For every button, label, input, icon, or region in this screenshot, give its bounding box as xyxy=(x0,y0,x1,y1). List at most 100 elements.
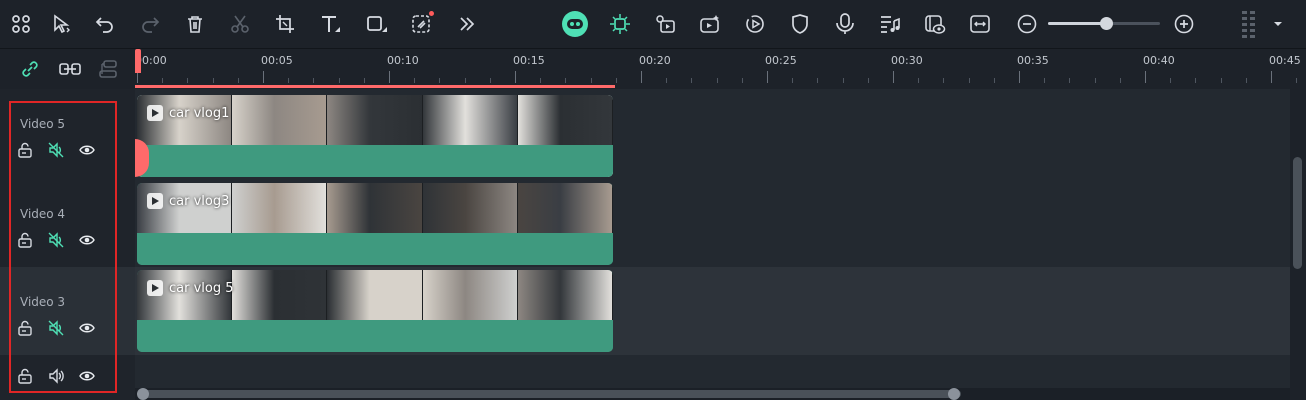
ai-video-icon[interactable] xyxy=(697,11,723,37)
preview-render-icon[interactable] xyxy=(922,11,948,37)
ruler-minor-tick xyxy=(489,78,491,83)
ruler-minor-tick xyxy=(1094,78,1096,83)
text-icon[interactable] xyxy=(318,11,344,37)
ruler-minor-tick xyxy=(212,78,214,83)
clip-thumbnail xyxy=(422,183,518,233)
clip-thumbnail xyxy=(232,183,328,233)
clip-thumbnail xyxy=(422,270,518,320)
ruler-major-tick xyxy=(893,71,894,83)
ruler-minor-tick xyxy=(918,78,920,83)
clip-thumbnail xyxy=(422,95,518,145)
ruler-minor-tick xyxy=(1195,78,1197,83)
ruler-minor-tick xyxy=(363,78,365,83)
zoom-slider[interactable] xyxy=(1048,17,1160,30)
ruler-minor-tick xyxy=(414,78,416,83)
track-tools-bar xyxy=(0,49,135,89)
zoom-slider-handle[interactable] xyxy=(1100,17,1114,30)
audio-stretch-icon[interactable] xyxy=(877,11,903,37)
clip-title: car vlog 5 xyxy=(169,280,234,296)
fit-width-icon[interactable] xyxy=(967,11,993,37)
ruler-minor-tick xyxy=(1220,78,1222,83)
ruler-tick-label: 00:15 xyxy=(513,54,545,67)
ai-cutout-icon[interactable] xyxy=(409,11,435,37)
shape-icon[interactable] xyxy=(364,11,390,37)
video-clip[interactable]: car vlog 5 xyxy=(137,270,613,352)
ruler-minor-tick xyxy=(338,78,340,83)
panel-layout-icon[interactable] xyxy=(1236,11,1262,38)
track-lane[interactable]: car vlog1 xyxy=(135,89,1290,179)
clip-thumbnail xyxy=(517,95,613,145)
clip-thumbnail xyxy=(327,270,423,320)
ruler-major-tick xyxy=(1145,71,1146,83)
ruler-major-tick xyxy=(263,71,264,83)
ruler-minor-tick xyxy=(993,78,995,83)
scroll-handle-right[interactable] xyxy=(948,388,960,400)
scroll-handle-left[interactable] xyxy=(137,388,149,400)
zoom-out-icon[interactable] xyxy=(1014,11,1040,37)
ruler-minor-tick xyxy=(666,78,668,83)
ruler-minor-tick xyxy=(1044,78,1046,83)
clip-title: car vlog1 xyxy=(169,105,230,121)
ruler-minor-tick xyxy=(565,78,567,83)
speed-icon[interactable] xyxy=(742,11,768,37)
select-arrow-icon[interactable] xyxy=(49,11,75,37)
cut-icon[interactable] xyxy=(227,11,253,37)
ruler-minor-tick xyxy=(540,78,542,83)
main-toolbar xyxy=(0,0,1306,49)
ruler-minor-tick xyxy=(741,78,743,83)
auto-highlight-icon[interactable] xyxy=(607,11,633,37)
clip-audio-strip xyxy=(137,320,613,352)
video-clip[interactable]: car vlog1 xyxy=(137,95,613,177)
ruler-tick-label: 00:30 xyxy=(891,54,923,67)
grid-icon[interactable] xyxy=(8,11,34,37)
ruler-minor-tick xyxy=(237,78,239,83)
undo-icon[interactable] xyxy=(92,11,118,37)
highlight-annotation-box xyxy=(9,101,117,393)
timeline-ruler[interactable]: 00:00 00:05 00:10 00:15 00:20 00:25 00:30 00:35… xyxy=(135,49,1306,89)
voiceover-icon[interactable] xyxy=(832,11,858,37)
horizontal-scroll-thumb[interactable] xyxy=(139,390,961,398)
ruler-minor-tick xyxy=(187,78,189,83)
clip-title: car vlog3 xyxy=(169,193,230,209)
redo-icon[interactable] xyxy=(137,11,163,37)
track-lane[interactable]: car vlog3 xyxy=(135,179,1290,267)
notification-dot xyxy=(429,11,434,16)
track-lane[interactable]: car vlog 5 xyxy=(135,267,1290,355)
video-clip[interactable]: car vlog3 xyxy=(137,183,613,265)
clip-thumbnail xyxy=(327,95,423,145)
delete-icon[interactable] xyxy=(182,11,208,37)
chevron-down-icon[interactable] xyxy=(1266,11,1290,37)
zoom-in-icon[interactable] xyxy=(1171,11,1197,37)
ai-copilot-icon[interactable] xyxy=(562,11,588,37)
ruler-tick-label: 00:25 xyxy=(765,54,797,67)
playhead[interactable] xyxy=(135,49,141,73)
smart-cutout-icon[interactable] xyxy=(652,11,678,37)
ruler-minor-tick xyxy=(288,78,290,83)
clip-thumbnail xyxy=(517,270,613,320)
ruler-minor-tick xyxy=(842,78,844,83)
clip-audio-strip xyxy=(137,145,613,177)
ruler-minor-tick xyxy=(691,78,693,83)
ruler-minor-tick xyxy=(615,78,617,83)
crop-icon[interactable] xyxy=(272,11,298,37)
ruler-major-tick xyxy=(767,71,768,83)
clip-thumbnail xyxy=(517,183,613,233)
chain-clip-icon[interactable] xyxy=(58,57,82,81)
clip-thumbnail xyxy=(327,183,423,233)
more-icon[interactable] xyxy=(454,11,480,37)
detach-icon[interactable] xyxy=(97,57,121,81)
play-icon xyxy=(147,280,163,296)
ruler-minor-tick xyxy=(1296,78,1298,83)
mask-icon[interactable] xyxy=(787,11,813,37)
ruler-minor-tick xyxy=(313,78,315,83)
ruler-minor-tick xyxy=(162,78,164,83)
vertical-scroll-thumb[interactable] xyxy=(1293,157,1302,269)
link-icon[interactable] xyxy=(18,57,42,81)
play-icon xyxy=(147,105,163,121)
clip-thumbnail xyxy=(232,270,328,320)
zoom-slider-fill xyxy=(1048,22,1107,25)
horizontal-scrollbar[interactable] xyxy=(135,388,1290,400)
vertical-scrollbar[interactable] xyxy=(1290,89,1306,400)
ruler-tick-label: 00:35 xyxy=(1017,54,1049,67)
ruler-minor-tick xyxy=(590,78,592,83)
